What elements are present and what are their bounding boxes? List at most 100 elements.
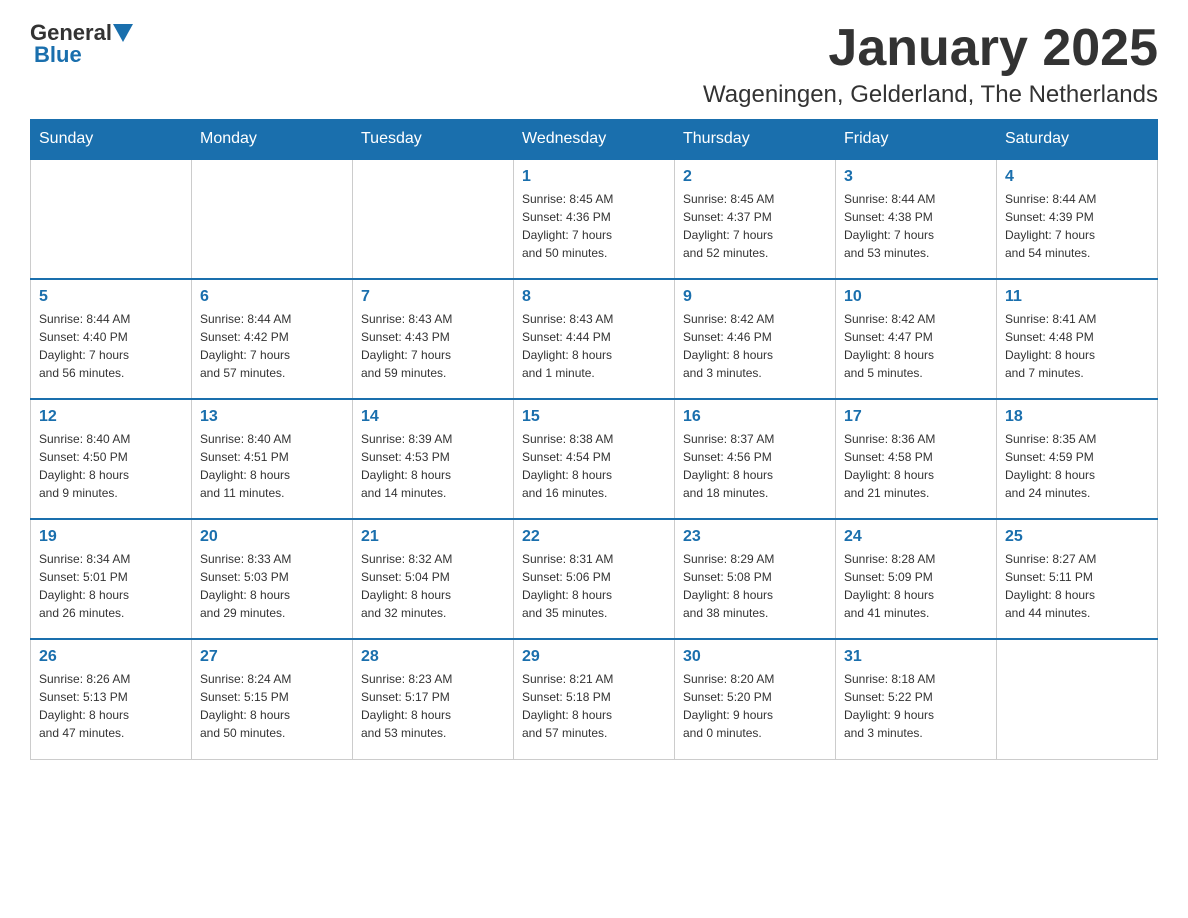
header-wednesday: Wednesday <box>514 120 675 160</box>
day-number: 8 <box>522 288 666 306</box>
day-info: Sunrise: 8:35 AM Sunset: 4:59 PM Dayligh… <box>1005 430 1149 502</box>
day-info: Sunrise: 8:42 AM Sunset: 4:46 PM Dayligh… <box>683 310 827 382</box>
day-info: Sunrise: 8:39 AM Sunset: 4:53 PM Dayligh… <box>361 430 505 502</box>
day-number: 16 <box>683 408 827 426</box>
day-number: 9 <box>683 288 827 306</box>
day-cell: 9 Sunrise: 8:42 AM Sunset: 4:46 PM Daylig… <box>675 279 836 399</box>
day-number: 24 <box>844 528 988 546</box>
day-cell: 3 Sunrise: 8:44 AM Sunset: 4:38 PM Daylig… <box>836 159 997 279</box>
day-number: 21 <box>361 528 505 546</box>
day-info: Sunrise: 8:37 AM Sunset: 4:56 PM Dayligh… <box>683 430 827 502</box>
day-info: Sunrise: 8:42 AM Sunset: 4:47 PM Dayligh… <box>844 310 988 382</box>
day-cell: 16 Sunrise: 8:37 AM Sunset: 4:56 PM Dayli… <box>675 399 836 519</box>
day-cell: 7Sunrise: 8:43 AM Sunset: 4:43 PM Daylig… <box>353 279 514 399</box>
day-cell: 13Sunrise: 8:40 AM Sunset: 4:51 PM Dayli… <box>192 399 353 519</box>
day-info: Sunrise: 8:43 AM Sunset: 4:44 PM Dayligh… <box>522 310 666 382</box>
header: General Blue January 2025 Wageningen, Ge… <box>30 20 1158 109</box>
day-number: 5 <box>39 288 183 306</box>
logo-triangle-icon <box>113 24 133 44</box>
day-cell: 4 Sunrise: 8:44 AM Sunset: 4:39 PM Daylig… <box>997 159 1158 279</box>
day-number: 26 <box>39 648 183 666</box>
day-cell: 28 Sunrise: 8:23 AM Sunset: 5:17 PM Dayli… <box>353 639 514 759</box>
week-row-2: 5 Sunrise: 8:44 AM Sunset: 4:40 PM Daylig… <box>31 279 1158 399</box>
week-row-5: 26 Sunrise: 8:26 AM Sunset: 5:13 PM Dayli… <box>31 639 1158 759</box>
day-cell: 31 Sunrise: 8:18 AM Sunset: 5:22 PM Dayli… <box>836 639 997 759</box>
day-cell: 18Sunrise: 8:35 AM Sunset: 4:59 PM Dayli… <box>997 399 1158 519</box>
header-tuesday: Tuesday <box>353 120 514 160</box>
day-number: 29 <box>522 648 666 666</box>
day-info: Sunrise: 8:36 AM Sunset: 4:58 PM Dayligh… <box>844 430 988 502</box>
day-number: 19 <box>39 528 183 546</box>
day-info: Sunrise: 8:44 AM Sunset: 4:39 PM Dayligh… <box>1005 190 1149 262</box>
day-cell <box>192 159 353 279</box>
day-info: Sunrise: 8:44 AM Sunset: 4:42 PM Dayligh… <box>200 310 344 382</box>
day-number: 3 <box>844 168 988 186</box>
day-info: Sunrise: 8:23 AM Sunset: 5:17 PM Dayligh… <box>361 670 505 742</box>
week-row-4: 19 Sunrise: 8:34 AM Sunset: 5:01 PM Dayli… <box>31 519 1158 639</box>
day-number: 4 <box>1005 168 1149 186</box>
day-cell: 12Sunrise: 8:40 AM Sunset: 4:50 PM Dayli… <box>31 399 192 519</box>
day-number: 6 <box>200 288 344 306</box>
day-cell: 8 Sunrise: 8:43 AM Sunset: 4:44 PM Daylig… <box>514 279 675 399</box>
day-cell: 29 Sunrise: 8:21 AM Sunset: 5:18 PM Dayli… <box>514 639 675 759</box>
day-number: 22 <box>522 528 666 546</box>
day-info: Sunrise: 8:41 AM Sunset: 4:48 PM Dayligh… <box>1005 310 1149 382</box>
day-cell: 15 Sunrise: 8:38 AM Sunset: 4:54 PM Dayli… <box>514 399 675 519</box>
day-info: Sunrise: 8:18 AM Sunset: 5:22 PM Dayligh… <box>844 670 988 742</box>
day-info: Sunrise: 8:45 AM Sunset: 4:37 PM Dayligh… <box>683 190 827 262</box>
day-info: Sunrise: 8:27 AM Sunset: 5:11 PM Dayligh… <box>1005 550 1149 622</box>
day-info: Sunrise: 8:33 AM Sunset: 5:03 PM Dayligh… <box>200 550 344 622</box>
day-info: Sunrise: 8:26 AM Sunset: 5:13 PM Dayligh… <box>39 670 183 742</box>
day-info: Sunrise: 8:34 AM Sunset: 5:01 PM Dayligh… <box>39 550 183 622</box>
calendar-header-row: Sunday Monday Tuesday Wednesday Thursday… <box>31 120 1158 160</box>
day-info: Sunrise: 8:32 AM Sunset: 5:04 PM Dayligh… <box>361 550 505 622</box>
day-number: 23 <box>683 528 827 546</box>
header-monday: Monday <box>192 120 353 160</box>
day-number: 28 <box>361 648 505 666</box>
day-number: 27 <box>200 648 344 666</box>
day-number: 2 <box>683 168 827 186</box>
day-cell: 19 Sunrise: 8:34 AM Sunset: 5:01 PM Dayli… <box>31 519 192 639</box>
day-number: 13 <box>200 408 344 426</box>
week-row-3: 12Sunrise: 8:40 AM Sunset: 4:50 PM Dayli… <box>31 399 1158 519</box>
day-cell: 5 Sunrise: 8:44 AM Sunset: 4:40 PM Daylig… <box>31 279 192 399</box>
day-cell: 26 Sunrise: 8:26 AM Sunset: 5:13 PM Dayli… <box>31 639 192 759</box>
week-row-1: 1 Sunrise: 8:45 AM Sunset: 4:36 PM Daylig… <box>31 159 1158 279</box>
day-info: Sunrise: 8:20 AM Sunset: 5:20 PM Dayligh… <box>683 670 827 742</box>
day-cell: 21 Sunrise: 8:32 AM Sunset: 5:04 PM Dayli… <box>353 519 514 639</box>
day-cell: 22 Sunrise: 8:31 AM Sunset: 5:06 PM Dayli… <box>514 519 675 639</box>
day-info: Sunrise: 8:28 AM Sunset: 5:09 PM Dayligh… <box>844 550 988 622</box>
day-cell: 25 Sunrise: 8:27 AM Sunset: 5:11 PM Dayli… <box>997 519 1158 639</box>
day-cell: 2 Sunrise: 8:45 AM Sunset: 4:37 PM Daylig… <box>675 159 836 279</box>
day-info: Sunrise: 8:44 AM Sunset: 4:40 PM Dayligh… <box>39 310 183 382</box>
day-cell: 24 Sunrise: 8:28 AM Sunset: 5:09 PM Dayli… <box>836 519 997 639</box>
day-info: Sunrise: 8:31 AM Sunset: 5:06 PM Dayligh… <box>522 550 666 622</box>
calendar: Sunday Monday Tuesday Wednesday Thursday… <box>30 119 1158 760</box>
day-cell: 20Sunrise: 8:33 AM Sunset: 5:03 PM Dayli… <box>192 519 353 639</box>
day-number: 15 <box>522 408 666 426</box>
header-saturday: Saturday <box>997 120 1158 160</box>
day-info: Sunrise: 8:44 AM Sunset: 4:38 PM Dayligh… <box>844 190 988 262</box>
day-info: Sunrise: 8:45 AM Sunset: 4:36 PM Dayligh… <box>522 190 666 262</box>
day-number: 11 <box>1005 288 1149 306</box>
day-number: 17 <box>844 408 988 426</box>
day-number: 31 <box>844 648 988 666</box>
day-number: 14 <box>361 408 505 426</box>
day-info: Sunrise: 8:21 AM Sunset: 5:18 PM Dayligh… <box>522 670 666 742</box>
day-cell: 23 Sunrise: 8:29 AM Sunset: 5:08 PM Dayli… <box>675 519 836 639</box>
header-friday: Friday <box>836 120 997 160</box>
day-cell: 17 Sunrise: 8:36 AM Sunset: 4:58 PM Dayli… <box>836 399 997 519</box>
day-number: 25 <box>1005 528 1149 546</box>
logo-blue-text: Blue <box>34 42 82 68</box>
logo: General Blue <box>30 20 133 68</box>
day-cell: 14 Sunrise: 8:39 AM Sunset: 4:53 PM Dayli… <box>353 399 514 519</box>
day-number: 1 <box>522 168 666 186</box>
day-info: Sunrise: 8:29 AM Sunset: 5:08 PM Dayligh… <box>683 550 827 622</box>
day-info: Sunrise: 8:40 AM Sunset: 4:50 PM Dayligh… <box>39 430 183 502</box>
day-number: 7 <box>361 288 505 306</box>
day-info: Sunrise: 8:38 AM Sunset: 4:54 PM Dayligh… <box>522 430 666 502</box>
day-number: 10 <box>844 288 988 306</box>
day-cell <box>31 159 192 279</box>
day-cell: 10 Sunrise: 8:42 AM Sunset: 4:47 PM Dayli… <box>836 279 997 399</box>
month-title: January 2025 <box>703 20 1158 77</box>
